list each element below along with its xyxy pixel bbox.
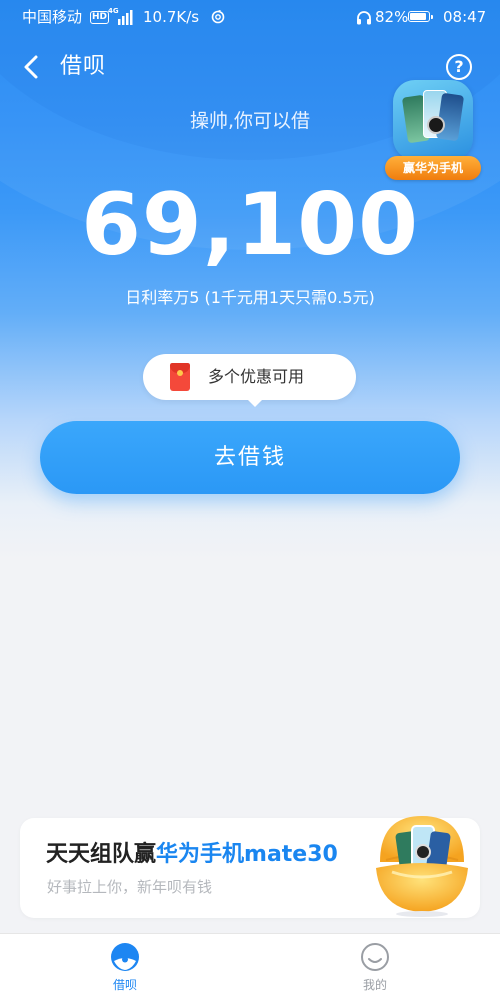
team-promo-card[interactable]: 天天组队赢华为手机mate30 好事拉上你，新年呗有钱 xyxy=(20,816,480,918)
gift-shell-phone-icon xyxy=(376,816,468,917)
red-envelope-icon xyxy=(170,363,190,391)
network-speed: 10.7K/s xyxy=(143,8,200,26)
tab-mine[interactable]: 我的 xyxy=(250,934,500,1001)
clock-time: 08:47 xyxy=(443,8,487,26)
borrow-button[interactable]: 去借钱 xyxy=(40,421,460,494)
battery-icon xyxy=(408,11,433,22)
tab-label-mine: 我的 xyxy=(362,978,387,992)
signal-strength-icon xyxy=(118,10,133,25)
coupon-text: 多个优惠可用 xyxy=(208,367,305,386)
coupon-bubble[interactable]: 多个优惠可用 xyxy=(143,354,356,407)
status-bar: 中国移动 HD 4G 10.7K/s 82% 08:47 xyxy=(0,0,500,34)
credit-amount: 69,100 xyxy=(81,175,419,275)
tab-jiebei[interactable]: 借呗 xyxy=(0,934,250,1001)
greeting-text: 操帅,你可以借 xyxy=(189,110,311,132)
smiley-face-icon xyxy=(361,943,389,971)
card-title-highlight: 华为手机mate30 xyxy=(156,842,338,867)
hd-badge: HD xyxy=(90,11,110,24)
jiebei-logo-icon xyxy=(111,943,139,971)
carrier-name: 中国移动 xyxy=(22,8,83,26)
headphones-icon xyxy=(357,11,371,25)
sync-icon xyxy=(211,10,225,24)
interest-rate-text: 日利率万5 (1千元用1天只需0.5元) xyxy=(125,288,375,307)
card-title: 天天组队赢华为手机mate30 xyxy=(46,840,338,870)
tab-label-jiebei: 借呗 xyxy=(112,978,137,992)
back-arrow-icon[interactable] xyxy=(18,52,46,82)
bottom-tab-bar: 借呗 我的 xyxy=(0,933,500,1001)
card-title-prefix: 天天组队赢 xyxy=(46,842,157,867)
battery-percent: 82% xyxy=(375,8,409,26)
card-subtitle: 好事拉上你，新年呗有钱 xyxy=(47,878,213,896)
page-title: 借呗 xyxy=(60,54,107,79)
